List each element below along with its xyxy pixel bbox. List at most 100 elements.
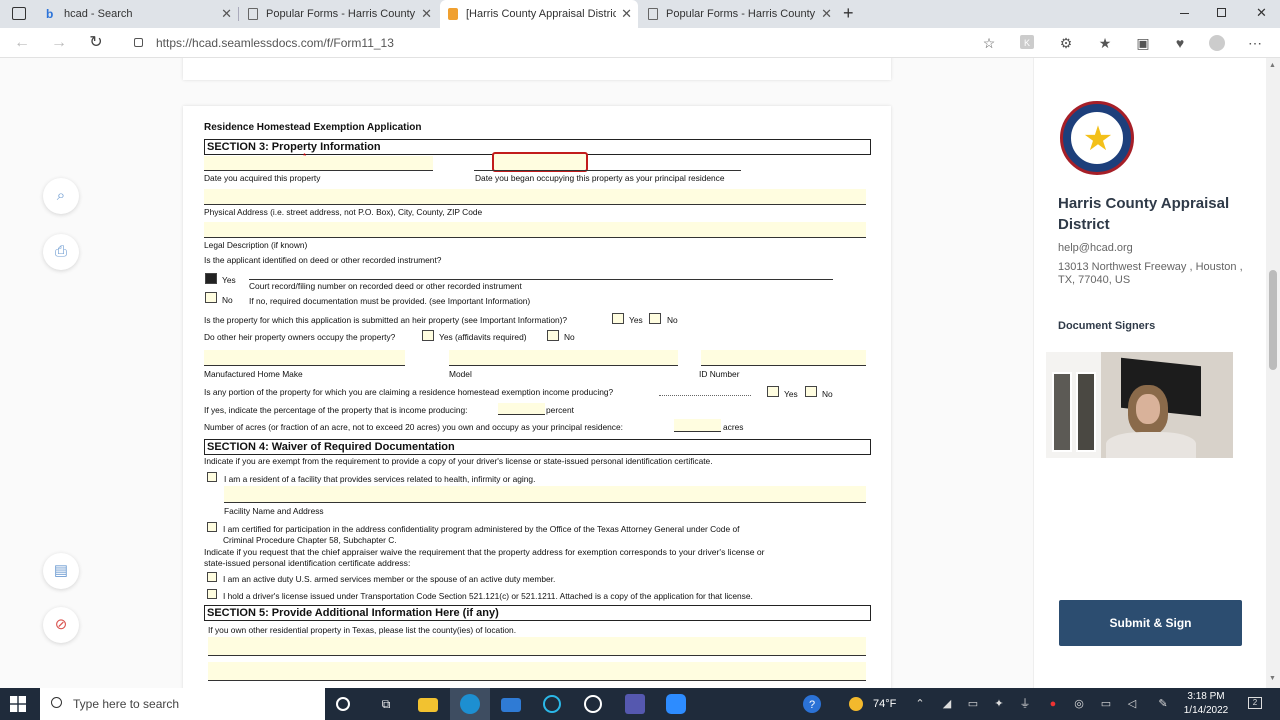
- windows-start-icon[interactable]: [10, 696, 26, 712]
- section5-intro: If you own other residential property in…: [208, 625, 517, 635]
- taskbar-clock[interactable]: 3:18 PM 1/14/2022: [1180, 690, 1232, 718]
- maximize-icon[interactable]: [1217, 8, 1226, 17]
- legal-description-label: Legal Description (if known): [204, 240, 308, 250]
- back-arrow-icon[interactable]: ←: [13, 34, 31, 52]
- extensions-puzzle-icon[interactable]: ⚙: [1058, 35, 1074, 51]
- percentage-field[interactable]: [498, 403, 545, 415]
- pen-icon[interactable]: ✎: [1156, 697, 1170, 711]
- income-no-checkbox[interactable]: [805, 386, 817, 397]
- add-favorite-icon[interactable]: ☆: [981, 35, 997, 51]
- close-icon[interactable]: ✕: [221, 0, 232, 28]
- window-close-icon[interactable]: ✕: [1256, 5, 1267, 21]
- favorites-icon[interactable]: ★: [1097, 35, 1113, 51]
- refresh-icon[interactable]: ↻: [87, 34, 105, 52]
- profile-avatar[interactable]: [1209, 35, 1225, 51]
- browser-essentials-icon[interactable]: ♥: [1172, 35, 1188, 51]
- app-icon[interactable]: [584, 695, 602, 713]
- usb-icon[interactable]: ⏚: [1018, 697, 1032, 711]
- heir-yes-label: Yes: [629, 315, 643, 325]
- edge-icon[interactable]: [460, 694, 480, 714]
- show-hidden-icons[interactable]: ⌃: [913, 697, 927, 711]
- other-heirs-no-checkbox[interactable]: [547, 330, 559, 341]
- license-checkbox[interactable]: [207, 589, 217, 599]
- physical-address-field[interactable]: [204, 189, 866, 205]
- cortana-icon[interactable]: [336, 697, 350, 711]
- deed-yes-label: Yes: [222, 275, 236, 285]
- zoom-icon[interactable]: [666, 694, 686, 714]
- organization-panel: ★ Harris County Appraisal District help@…: [1033, 58, 1266, 688]
- tab-popular-forms-1[interactable]: Popular Forms - Harris County A ✕: [240, 0, 438, 28]
- file-explorer-icon[interactable]: [418, 698, 438, 712]
- help-icon[interactable]: ?: [803, 695, 821, 713]
- close-icon[interactable]: ✕: [621, 0, 632, 28]
- page-scrollbar[interactable]: ▲ ▼: [1266, 58, 1280, 688]
- cancel-icon[interactable]: ⊘: [43, 607, 79, 643]
- page-icon: [248, 8, 258, 20]
- attachment-icon[interactable]: ⌕: [43, 178, 79, 214]
- heir-no-checkbox[interactable]: [649, 313, 661, 324]
- facility-checkbox[interactable]: [207, 472, 217, 482]
- browser-toolbar: ← → ↻ https://hcad.seamlessdocs.com/f/Fo…: [0, 28, 1280, 58]
- military-checkbox[interactable]: [207, 572, 217, 582]
- military-label: I am an active duty U.S. armed services …: [223, 574, 556, 584]
- network-icon[interactable]: ◢: [940, 697, 954, 711]
- collections-icon[interactable]: ▣: [1135, 35, 1151, 51]
- deed-no-checkbox[interactable]: [205, 292, 217, 303]
- tab-hcad-form[interactable]: [Harris County Appraisal District ✕: [440, 0, 638, 28]
- manufactured-make-field[interactable]: [204, 350, 405, 366]
- page-icon: [648, 8, 658, 20]
- legal-description-field[interactable]: [204, 222, 866, 238]
- new-tab-button[interactable]: +: [843, 2, 854, 24]
- income-producing-question: Is any portion of the property for which…: [204, 387, 614, 397]
- other-property-field-2[interactable]: [208, 662, 866, 681]
- other-heirs-yes-checkbox[interactable]: [422, 330, 434, 341]
- more-menu-icon[interactable]: ⋯: [1247, 35, 1263, 51]
- confidentiality-checkbox[interactable]: [207, 522, 217, 532]
- volume-icon[interactable]: ◁: [1125, 697, 1139, 711]
- notifications-icon[interactable]: 2: [1248, 697, 1262, 709]
- income-yes-checkbox[interactable]: [767, 386, 779, 397]
- tray-app-icon-2[interactable]: ●: [1046, 697, 1060, 711]
- extension-icon[interactable]: K: [1020, 35, 1034, 49]
- facility-name-field[interactable]: [224, 486, 866, 503]
- tray-app-icon[interactable]: ▭: [966, 697, 980, 711]
- address-bar[interactable]: https://hcad.seamlessdocs.com/f/Form11_1…: [125, 32, 1005, 54]
- date-occupied-field[interactable]: [492, 152, 588, 172]
- alexa-icon[interactable]: [543, 695, 561, 713]
- submit-sign-button[interactable]: Submit & Sign: [1059, 600, 1242, 646]
- teams-icon[interactable]: [625, 694, 645, 714]
- heir-yes-checkbox[interactable]: [612, 313, 624, 324]
- acres-question: Number of acres (or fraction of an acre,…: [204, 422, 623, 432]
- webcam-video-overlay: [1046, 352, 1233, 458]
- tray-app-icon-3[interactable]: ◎: [1072, 697, 1086, 711]
- facility-name-label: Facility Name and Address: [224, 506, 324, 516]
- dropbox-icon[interactable]: ✦: [992, 697, 1006, 711]
- taskbar-search-box[interactable]: Type here to search: [40, 688, 325, 720]
- mail-icon[interactable]: [501, 698, 521, 712]
- forward-arrow-icon[interactable]: →: [50, 34, 68, 52]
- task-view-icon[interactable]: ⧉: [376, 694, 396, 714]
- url-text: https://hcad.seamlessdocs.com/f/Form11_1…: [156, 36, 394, 50]
- save-icon[interactable]: ▤: [43, 553, 79, 589]
- acres-field[interactable]: [674, 419, 721, 432]
- waive-request-line-1: Indicate if you request that the chief a…: [204, 547, 765, 557]
- weather-temperature[interactable]: 74°F: [873, 688, 896, 720]
- battery-icon[interactable]: ▭: [1099, 697, 1113, 711]
- model-field[interactable]: [449, 350, 678, 366]
- deed-yes-checkbox[interactable]: [205, 273, 217, 284]
- tab-actions-icon[interactable]: [12, 7, 26, 20]
- tab-hcad-search[interactable]: b hcad - Search ✕: [38, 0, 238, 28]
- form-header: Residence Homestead Exemption Applicatio…: [204, 122, 422, 133]
- section5-title: SECTION 5: Provide Additional Informatio…: [204, 605, 871, 621]
- scrollbar-thumb[interactable]: [1269, 270, 1277, 370]
- minimize-icon[interactable]: [1180, 13, 1189, 14]
- print-icon[interactable]: ⎙: [43, 234, 79, 270]
- other-property-field-1[interactable]: [208, 637, 866, 656]
- id-number-field[interactable]: [701, 350, 866, 366]
- organization-email[interactable]: help@hcad.org: [1058, 242, 1133, 254]
- date-acquired-field[interactable]: [204, 156, 433, 170]
- deed-question: Is the applicant identified on deed or o…: [204, 255, 442, 265]
- close-icon[interactable]: ✕: [421, 0, 432, 28]
- close-icon[interactable]: ✕: [821, 0, 832, 28]
- tab-popular-forms-2[interactable]: Popular Forms - Harris County A ✕: [640, 0, 838, 28]
